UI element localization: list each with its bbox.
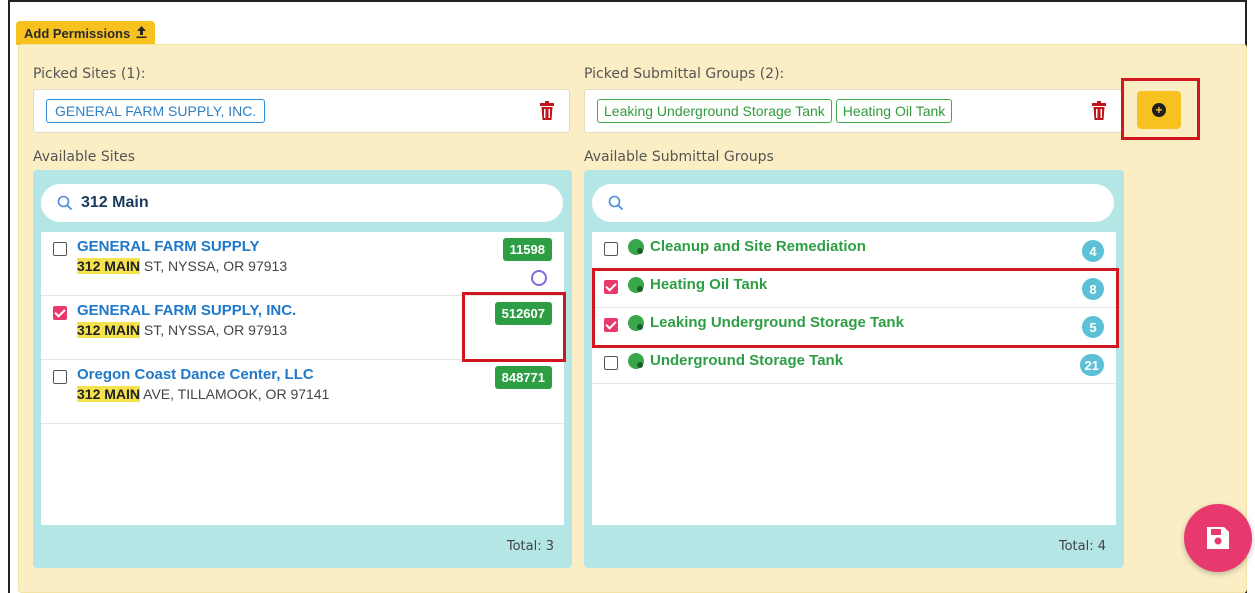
site-search-input[interactable]: 312 Main: [41, 184, 563, 222]
picked-group-chip[interactable]: Leaking Underground Storage Tank: [597, 99, 832, 123]
trash-icon[interactable]: [539, 101, 555, 121]
site-checkbox[interactable]: [53, 370, 67, 384]
site-name[interactable]: Oregon Coast Dance Center, LLC: [77, 366, 314, 383]
purple-cloud-icon: [531, 270, 547, 286]
group-count-badge: 4: [1082, 240, 1104, 262]
picked-sites-label: Picked Sites (1):: [33, 66, 146, 82]
site-checkbox[interactable]: [53, 242, 67, 256]
available-groups-label: Available Submittal Groups: [584, 149, 774, 165]
picked-group-chip[interactable]: Heating Oil Tank: [835, 99, 953, 123]
site-row[interactable]: GENERAL FARM SUPPLY 312 MAIN ST, NYSSA, …: [41, 232, 564, 296]
group-label: Underground Storage Tank: [650, 352, 844, 369]
picked-groups-label: Picked Submittal Groups (2):: [584, 66, 785, 82]
trash-icon[interactable]: [1091, 101, 1107, 121]
upload-icon: [136, 25, 147, 41]
site-search-value: 312 Main: [81, 194, 149, 211]
site-address: 312 MAIN ST, NYSSA, OR 97913: [77, 258, 288, 274]
group-row[interactable]: Cleanup and Site Remediation 4: [592, 232, 1116, 270]
highlight-box-groups: [592, 268, 1119, 348]
save-button[interactable]: [1184, 504, 1252, 572]
picked-sites-box: GENERAL FARM SUPPLY, INC.: [33, 89, 570, 133]
group-count-badge: 21: [1079, 354, 1104, 376]
highlight-box-add: [1121, 78, 1200, 140]
group-name[interactable]: Underground Storage Tank: [628, 352, 843, 369]
site-id-badge: 848771: [494, 366, 552, 389]
green-globe-icon: [628, 352, 644, 369]
group-row[interactable]: Underground Storage Tank 21: [592, 346, 1116, 384]
search-icon: [57, 195, 73, 211]
search-icon: [608, 195, 624, 211]
picked-groups-box: Leaking Underground Storage Tank Heating…: [584, 89, 1122, 133]
group-search-input[interactable]: [592, 184, 1114, 222]
site-name[interactable]: GENERAL FARM SUPPLY: [77, 238, 260, 255]
site-address: 312 MAIN ST, NYSSA, OR 97913: [77, 322, 288, 338]
available-sites-card: 312 Main GENERAL FARM SUPPLY 312 MAIN ST…: [33, 170, 572, 568]
groups-total: Total: 4: [1058, 539, 1106, 554]
add-permissions-label: Add Permissions: [24, 25, 131, 41]
add-permissions-button[interactable]: Add Permissions: [16, 21, 156, 45]
sites-total: Total: 3: [506, 539, 554, 554]
site-list: GENERAL FARM SUPPLY 312 MAIN ST, NYSSA, …: [41, 232, 564, 525]
site-address: 312 MAIN AVE, TILLAMOOK, OR 97141: [77, 386, 330, 402]
group-name[interactable]: Cleanup and Site Remediation: [628, 238, 866, 255]
available-groups-card: Cleanup and Site Remediation 4 Heating O…: [584, 170, 1124, 568]
available-sites-label: Available Sites: [33, 149, 135, 165]
group-checkbox[interactable]: [604, 356, 618, 370]
group-checkbox[interactable]: [604, 242, 618, 256]
highlight-box-site: [462, 292, 566, 362]
site-checkbox[interactable]: [53, 306, 67, 320]
group-label: Cleanup and Site Remediation: [650, 238, 866, 255]
picked-site-chip[interactable]: GENERAL FARM SUPPLY, INC.: [46, 99, 266, 123]
green-globe-icon: [628, 238, 644, 255]
site-id-badge: 11598: [502, 238, 552, 261]
site-name[interactable]: GENERAL FARM SUPPLY, INC.: [77, 302, 296, 319]
save-icon: [1207, 527, 1229, 549]
site-row[interactable]: Oregon Coast Dance Center, LLC 312 MAIN …: [41, 360, 564, 424]
